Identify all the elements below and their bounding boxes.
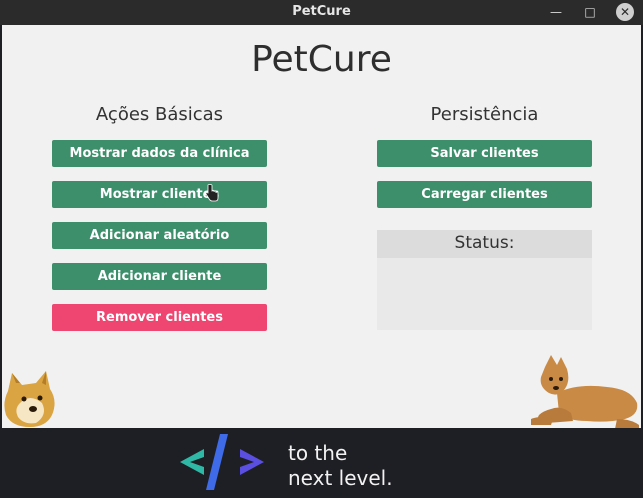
maximize-icon[interactable]: □ — [580, 2, 600, 22]
doge-image — [4, 371, 55, 427]
dog-image — [531, 355, 639, 428]
close-icon[interactable]: ✕ — [616, 3, 634, 21]
code-logo-icon — [180, 434, 264, 490]
add-client-button[interactable]: Adicionar cliente — [52, 263, 267, 290]
save-clients-button[interactable]: Salvar clientes — [377, 140, 592, 167]
app-title: PetCure — [251, 39, 392, 80]
show-clinic-data-button[interactable]: Mostrar dados da clínica — [52, 140, 267, 167]
show-clients-button[interactable]: Mostrar clientes — [52, 181, 267, 208]
add-random-button[interactable]: Adicionar aleatório — [52, 222, 267, 249]
status-panel: Status: — [377, 230, 592, 330]
basic-actions-title: Ações Básicas — [95, 104, 224, 125]
cursor-icon — [205, 184, 219, 202]
ad-banner[interactable]: to the next level. — [0, 428, 643, 498]
minimize-icon[interactable]: — — [546, 2, 566, 22]
load-clients-button[interactable]: Carregar clientes — [377, 181, 592, 208]
banner-line-2: next level. — [288, 466, 393, 490]
remove-clients-button[interactable]: Remover clientes — [52, 304, 267, 331]
app-window: PetCure Ações Básicas Persistência Mostr… — [2, 25, 641, 428]
banner-text: to the next level. — [288, 441, 393, 491]
title-bar: PetCure — □ ✕ — [0, 0, 643, 25]
persistence-title: Persistência — [430, 104, 539, 125]
banner-line-1: to the — [288, 441, 348, 465]
status-label: Status: — [377, 230, 592, 258]
